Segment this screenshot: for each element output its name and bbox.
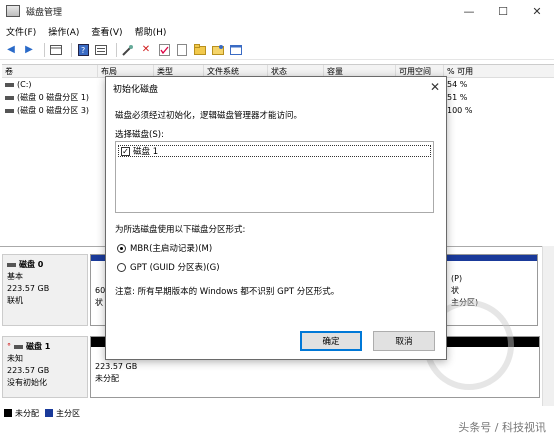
ok-button[interactable]: 确定 <box>300 331 362 351</box>
dialog-message: 磁盘必须经过初始化，逻辑磁盘管理器才能访问。 <box>115 111 303 121</box>
partition-status: 状 <box>451 286 459 295</box>
disk-size: 223.57 GB <box>7 284 50 293</box>
window-controls: — ☐ ✕ <box>452 0 554 22</box>
volume-name: (C:) <box>17 80 32 89</box>
menu-bar: 文件(F) 操作(A) 查看(V) 帮助(H) <box>0 22 554 40</box>
col-volume[interactable]: 卷 <box>2 65 98 77</box>
volume-name: (磁盘 0 磁盘分区 1) <box>17 93 90 102</box>
legend-swatch-unallocated <box>4 409 12 417</box>
select-disk-label: 选择磁盘(S): <box>115 130 164 140</box>
disk-icon <box>14 344 23 349</box>
mbr-label: MBR(主启动记录)(M) <box>130 244 213 254</box>
disk-status: 联机 <box>7 296 23 305</box>
menu-action[interactable]: 操作(A) <box>48 25 79 38</box>
volume-icon <box>5 95 14 100</box>
delete-icon[interactable]: ✕ <box>139 43 153 57</box>
window-icon[interactable] <box>229 43 243 57</box>
disk-1-info[interactable]: ° 磁盘 1 未知 223.57 GB 没有初始化 <box>2 336 88 398</box>
console-tree-icon[interactable] <box>49 43 63 57</box>
toolbar: ◀ ▶ ? ✕ <box>0 40 554 60</box>
legend: 未分配 主分区 <box>4 406 80 420</box>
menu-help[interactable]: 帮助(H) <box>135 25 167 38</box>
svg-text:?: ? <box>81 46 85 55</box>
toolbar-separator <box>116 42 117 57</box>
close-button[interactable]: ✕ <box>520 0 554 22</box>
volume-icon <box>5 108 14 113</box>
vertical-scrollbar[interactable] <box>542 246 554 406</box>
document-icon[interactable] <box>175 43 189 57</box>
properties-icon[interactable] <box>94 43 108 57</box>
gpt-radio[interactable] <box>117 262 126 272</box>
disk-type: 未知 <box>7 354 23 363</box>
menu-view[interactable]: 查看(V) <box>91 25 122 38</box>
help-icon[interactable]: ? <box>76 43 90 57</box>
back-arrow-icon[interactable]: ◀ <box>4 43 18 57</box>
window-title: 磁盘管理 <box>26 7 63 18</box>
dialog-title: 初始化磁盘 <box>113 84 159 95</box>
toolbar-separator <box>71 42 72 57</box>
percent-free: 54 % <box>447 80 468 89</box>
dialog-close-button[interactable]: ✕ <box>430 80 440 94</box>
col-percent-free[interactable]: % 可用 <box>444 65 552 77</box>
watermark-text: 头条号 / 科技视讯 <box>458 421 546 434</box>
mbr-option[interactable]: MBR(主启动记录)(M) <box>117 242 212 254</box>
disk-listbox[interactable]: ✓ 磁盘 1 <box>115 141 434 213</box>
disk-uninitialized-icon: ° <box>7 342 11 351</box>
legend-unallocated: 未分配 <box>15 408 39 418</box>
legend-primary: 主分区 <box>56 408 80 418</box>
menu-file[interactable]: 文件(F) <box>6 25 36 38</box>
disk-status: 没有初始化 <box>7 378 47 387</box>
mbr-radio[interactable] <box>117 243 126 253</box>
legend-swatch-primary <box>45 409 53 417</box>
forward-arrow-icon[interactable]: ▶ <box>22 43 36 57</box>
volume-name: (磁盘 0 磁盘分区 3) <box>17 106 90 115</box>
cancel-button[interactable]: 取消 <box>373 331 435 351</box>
percent-free: 51 % <box>447 93 468 102</box>
disk-size: 223.57 GB <box>7 366 50 375</box>
maximize-button[interactable]: ☐ <box>486 0 520 22</box>
list-item[interactable]: ✓ 磁盘 1 <box>118 145 431 157</box>
disk-management-icon <box>6 5 20 17</box>
title-bar: 磁盘管理 — ☐ ✕ <box>0 0 554 22</box>
minimize-button[interactable]: — <box>452 0 486 22</box>
disk-name: 磁盘 0 <box>19 260 44 269</box>
gpt-label: GPT (GUID 分区表)(G) <box>130 263 220 273</box>
open-folder-icon[interactable] <box>193 43 207 57</box>
gpt-note: 注意: 所有早期版本的 Windows 都不识别 GPT 分区形式。 <box>115 287 340 297</box>
disk-type: 基本 <box>7 272 23 281</box>
gpt-option[interactable]: GPT (GUID 分区表)(G) <box>117 261 220 273</box>
disk-checkbox[interactable]: ✓ <box>121 146 130 156</box>
partition-label: (P) <box>451 274 463 283</box>
percent-free: 100 % <box>447 106 473 115</box>
new-folder-icon[interactable] <box>211 43 225 57</box>
check-icon[interactable] <box>157 43 171 57</box>
disk-icon <box>7 262 16 267</box>
partition-style-label: 为所选磁盘使用以下磁盘分区形式: <box>115 225 246 235</box>
toolbar-separator <box>44 42 45 57</box>
disk-0-info[interactable]: 磁盘 0 基本 223.57 GB 联机 <box>2 254 88 326</box>
disk-name: 磁盘 1 <box>26 342 51 351</box>
connect-icon[interactable] <box>121 43 135 57</box>
initialize-disk-dialog: 初始化磁盘 ✕ 磁盘必须经过初始化，逻辑磁盘管理器才能访问。 选择磁盘(S): … <box>105 76 447 360</box>
disk-item-label: 磁盘 1 <box>133 147 159 157</box>
volume-icon <box>5 82 14 87</box>
